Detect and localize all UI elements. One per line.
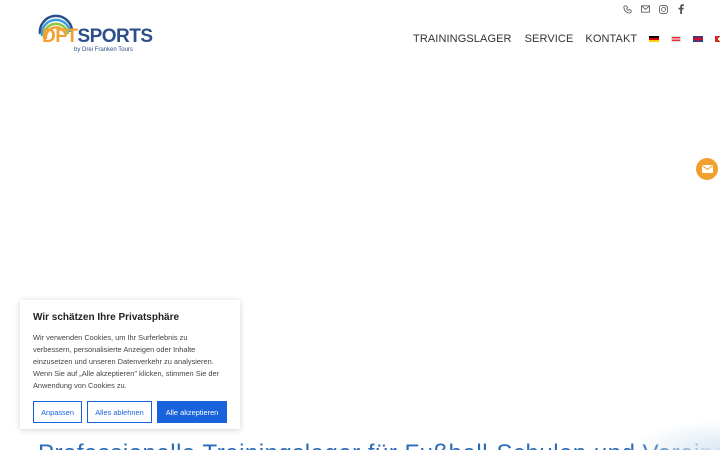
flag-germany-icon[interactable] xyxy=(649,36,660,42)
customize-button[interactable]: Anpassen xyxy=(33,401,82,423)
accept-all-button[interactable]: Alle akzeptieren xyxy=(157,401,227,423)
floating-contact-button[interactable] xyxy=(696,158,718,180)
flag-uk-icon[interactable] xyxy=(693,36,704,42)
cookie-button-row: Anpassen Alles ablehnen Alle akzeptieren xyxy=(33,401,227,423)
reject-all-button[interactable]: Alles ablehnen xyxy=(87,401,152,423)
logo-wordmark: DFTSPORTS xyxy=(42,27,153,47)
decorative-corner-glow xyxy=(630,420,720,450)
nav-trainingslager[interactable]: TRAININGSLAGER xyxy=(413,33,512,45)
hero-headline: Professionelle Trainingslager für Fußbal… xyxy=(38,440,720,450)
nav-service[interactable]: SERVICE xyxy=(525,33,574,45)
logo-tagline: by Drei Franken Tours xyxy=(74,47,133,53)
facebook-icon[interactable] xyxy=(676,3,686,15)
cookie-text: Wir verwenden Cookies, um Ihr Surferlebn… xyxy=(33,333,220,390)
instagram-icon[interactable] xyxy=(658,3,668,15)
site-logo[interactable]: DFTSPORTS by Drei Franken Tours xyxy=(36,10,153,54)
cookie-title: Wir schätzen Ihre Privatsphäre xyxy=(33,312,180,323)
nav-kontakt[interactable]: KONTAKT xyxy=(585,33,637,45)
social-contact-bar xyxy=(622,3,686,15)
logo-dft: DFT xyxy=(42,26,78,47)
envelope-icon xyxy=(701,165,713,173)
flag-switzerland-icon[interactable] xyxy=(715,36,720,42)
phone-icon[interactable] xyxy=(622,3,632,15)
flag-austria-icon[interactable] xyxy=(671,36,682,42)
logo-sports: SPORTS xyxy=(77,26,153,47)
cookie-consent-banner: Wir schätzen Ihre Privatsphäre Wir verwe… xyxy=(20,300,240,429)
main-navigation: TRAININGSLAGER SERVICE KONTAKT xyxy=(413,33,720,45)
mail-icon[interactable] xyxy=(640,3,650,15)
